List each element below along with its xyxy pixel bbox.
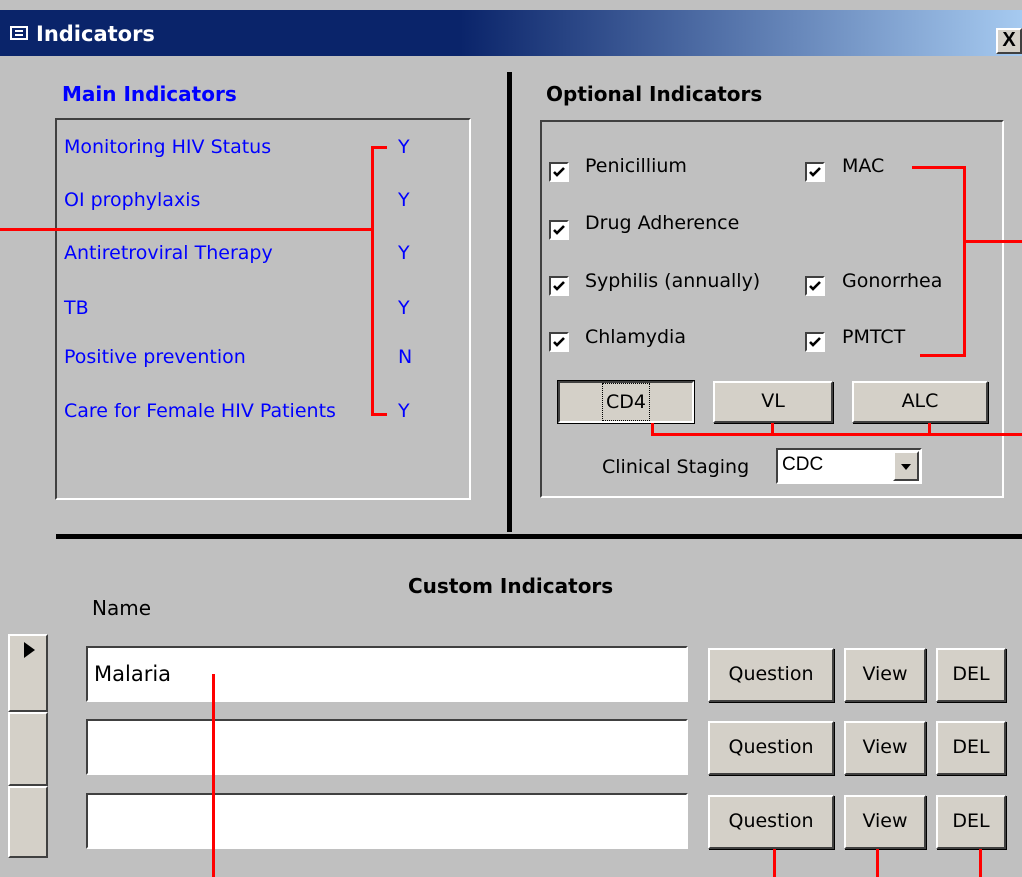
checkmark-icon (809, 337, 821, 347)
horizontal-divider (56, 534, 1022, 539)
main-indicators-heading: Main Indicators (62, 82, 237, 106)
indicator-value: N (398, 346, 413, 368)
record-selector[interactable] (8, 786, 48, 858)
current-record-arrow-icon (24, 642, 35, 658)
alc-button[interactable]: ALC (852, 381, 988, 423)
record-selector-current[interactable] (8, 634, 48, 712)
checkmark-icon (553, 167, 565, 177)
custom-indicator-name-input[interactable] (86, 793, 688, 849)
dropdown-arrow-icon[interactable] (893, 451, 919, 481)
delete-button[interactable]: DEL (936, 721, 1006, 775)
form-icon (10, 26, 28, 40)
clinical-staging-select[interactable]: CDC (776, 448, 922, 484)
cd4-button[interactable]: CD4 (557, 380, 695, 424)
custom-indicator-name-input[interactable]: Malaria (86, 646, 688, 702)
checkmark-icon (553, 225, 565, 235)
clinical-staging-label: Clinical Staging (602, 456, 750, 478)
mac-checkbox[interactable] (805, 162, 825, 182)
syphilis-checkbox[interactable] (549, 276, 569, 296)
annotation-line (651, 433, 1022, 436)
checkmark-icon (553, 337, 565, 347)
indicator-value: Y (398, 189, 410, 211)
cd4-button-label: CD4 (602, 383, 650, 421)
indicator-label: Positive prevention (64, 346, 246, 368)
indicator-label: Care for Female HIV Patients (64, 400, 336, 422)
vl-button-label: VL (761, 390, 785, 412)
indicator-value: Y (398, 400, 410, 422)
checkmark-icon (809, 167, 821, 177)
penicillium-checkbox[interactable] (549, 162, 569, 182)
gonorrhea-label: Gonorrhea (842, 270, 943, 292)
penicillium-label: Penicillium (585, 155, 687, 177)
close-button[interactable]: X (996, 28, 1022, 54)
pmtct-checkbox[interactable] (805, 332, 825, 352)
annotation-line (928, 423, 931, 435)
chlamydia-checkbox[interactable] (549, 332, 569, 352)
pmtct-label: PMTCT (842, 326, 906, 348)
annotation-line (963, 240, 1022, 243)
indicator-value: Y (398, 242, 410, 264)
indicator-label: TB (64, 297, 89, 319)
view-button[interactable]: View (844, 795, 926, 849)
annotation-line (876, 849, 879, 877)
delete-button[interactable]: DEL (936, 795, 1006, 849)
annotation-line (963, 166, 966, 357)
syphilis-label: Syphilis (annually) (585, 270, 761, 292)
indicator-label: OI prophylaxis (64, 189, 201, 211)
custom-indicators-heading: Custom Indicators (408, 574, 614, 598)
annotation-line (0, 228, 373, 231)
custom-indicator-name-input[interactable] (86, 719, 688, 775)
record-selector[interactable] (8, 712, 48, 786)
alc-button-label: ALC (901, 390, 939, 412)
window-title: Indicators (36, 22, 155, 46)
question-button[interactable]: Question (708, 721, 834, 775)
mac-label: MAC (842, 155, 885, 177)
optional-indicators-heading: Optional Indicators (546, 82, 763, 106)
title-bar[interactable]: Indicators X (0, 10, 1022, 56)
annotation-line (371, 413, 387, 416)
gonorrhea-checkbox[interactable] (805, 276, 825, 296)
name-column-header: Name (92, 596, 152, 620)
annotation-line (212, 674, 215, 877)
annotation-line (979, 849, 982, 877)
indicator-value: Y (398, 297, 410, 319)
question-button[interactable]: Question (708, 795, 834, 849)
indicator-label: Antiretroviral Therapy (64, 242, 273, 264)
annotation-line (771, 423, 774, 435)
drug-adherence-label: Drug Adherence (585, 212, 740, 234)
chlamydia-label: Chlamydia (585, 326, 686, 348)
annotation-line (773, 849, 776, 877)
question-button[interactable]: Question (708, 648, 834, 702)
delete-button[interactable]: DEL (936, 648, 1006, 702)
annotation-line (371, 146, 387, 149)
drug-adherence-checkbox[interactable] (549, 220, 569, 240)
view-button[interactable]: View (844, 648, 926, 702)
view-button[interactable]: View (844, 721, 926, 775)
checkmark-icon (809, 281, 821, 291)
annotation-line (651, 423, 654, 435)
indicator-label: Monitoring HIV Status (64, 136, 272, 158)
clinical-staging-value: CDC (782, 454, 824, 475)
indicator-value: Y (398, 136, 410, 158)
indicators-window: Indicators X Main Indicators Monitoring … (0, 0, 1022, 877)
checkmark-icon (553, 281, 565, 291)
annotation-line (912, 166, 966, 169)
vertical-divider (507, 72, 512, 532)
annotation-line (920, 354, 966, 357)
annotation-line (371, 146, 374, 416)
vl-button[interactable]: VL (713, 381, 833, 423)
